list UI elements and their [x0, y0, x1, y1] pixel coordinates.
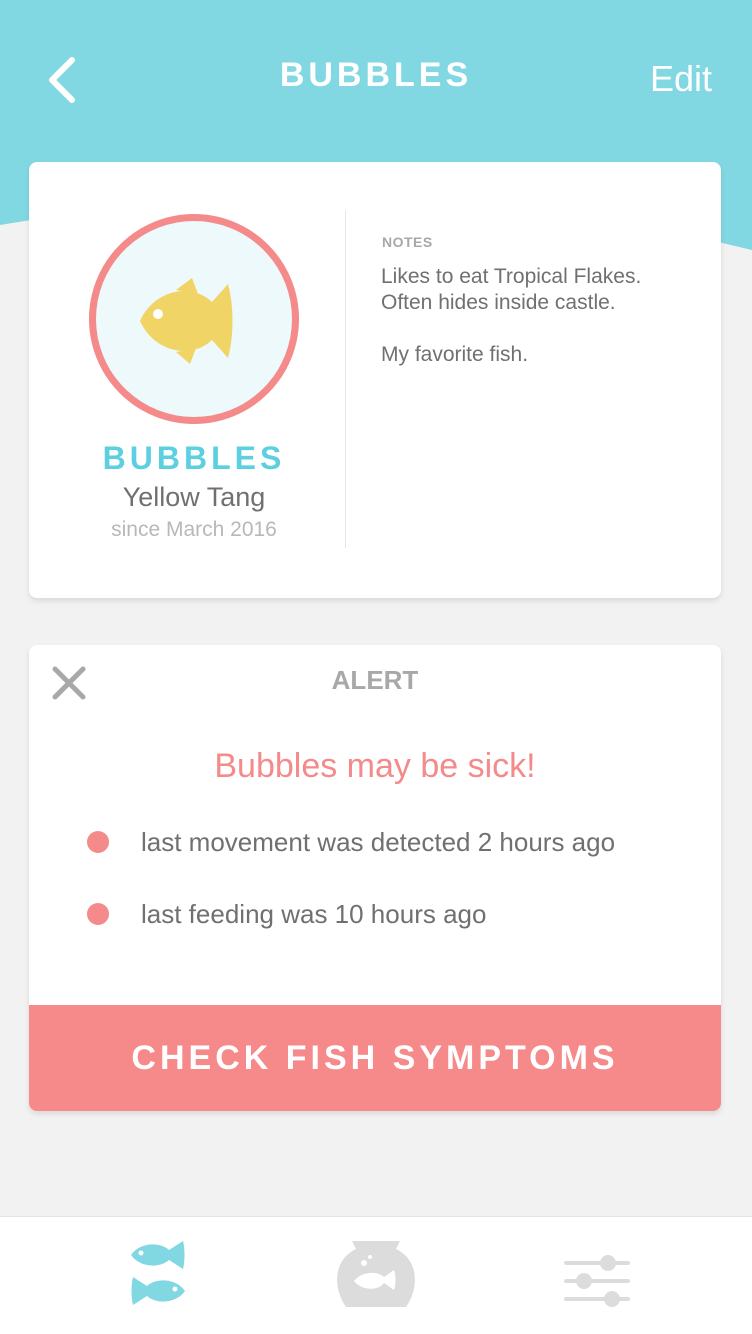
top-nav-bar: BUBBLES Edit [0, 0, 752, 160]
notes-text: Likes to eat Tropical Flakes. Often hide… [381, 264, 701, 368]
alert-item: last movement was detected 2 hours ago [87, 822, 615, 862]
fish-icon [140, 278, 233, 364]
fish-since-date: since March 2016 [111, 518, 277, 541]
fish-species: Yellow Tang [122, 482, 266, 512]
nav-item-settings[interactable] [562, 1237, 632, 1312]
fish-profile-card: BUBBLES Yellow Tang since March 2016 NOT… [29, 162, 721, 598]
bottom-nav-bar [0, 1216, 752, 1334]
alert-bullet-icon [87, 903, 109, 925]
alert-item-text: last movement was detected 2 hours ago [141, 826, 616, 857]
alert-item-text: last feeding was 10 hours ago [141, 898, 487, 929]
alert-item: last feeding was 10 hours ago [87, 894, 486, 934]
alert-card: ALERT Bubbles may be sick! last movement… [29, 645, 721, 1111]
check-fish-symptoms-button[interactable]: CHECK FISH SYMPTOMS [29, 1005, 721, 1111]
notes-line: My favorite fish. [381, 343, 529, 366]
edit-button[interactable]: Edit [650, 58, 712, 100]
fishbowl-icon [337, 1241, 415, 1307]
card-divider [345, 210, 346, 548]
fish-avatar [89, 214, 299, 424]
alert-label: ALERT [331, 665, 419, 695]
alert-bullet-icon [87, 831, 109, 853]
notes-line: Likes to eat Tropical Flakes. [381, 265, 642, 288]
alert-headline: Bubbles may be sick! [214, 747, 536, 785]
notes-line: Often hides inside castle. [381, 291, 616, 314]
fish-pair-icon [131, 1241, 185, 1305]
sliders-icon [564, 1255, 630, 1307]
fish-name: BUBBLES [102, 440, 286, 476]
notes-label: NOTES [382, 234, 433, 250]
nav-item-fish[interactable] [125, 1237, 191, 1318]
nav-item-tank[interactable] [334, 1237, 418, 1312]
page-title: BUBBLES [279, 56, 473, 94]
